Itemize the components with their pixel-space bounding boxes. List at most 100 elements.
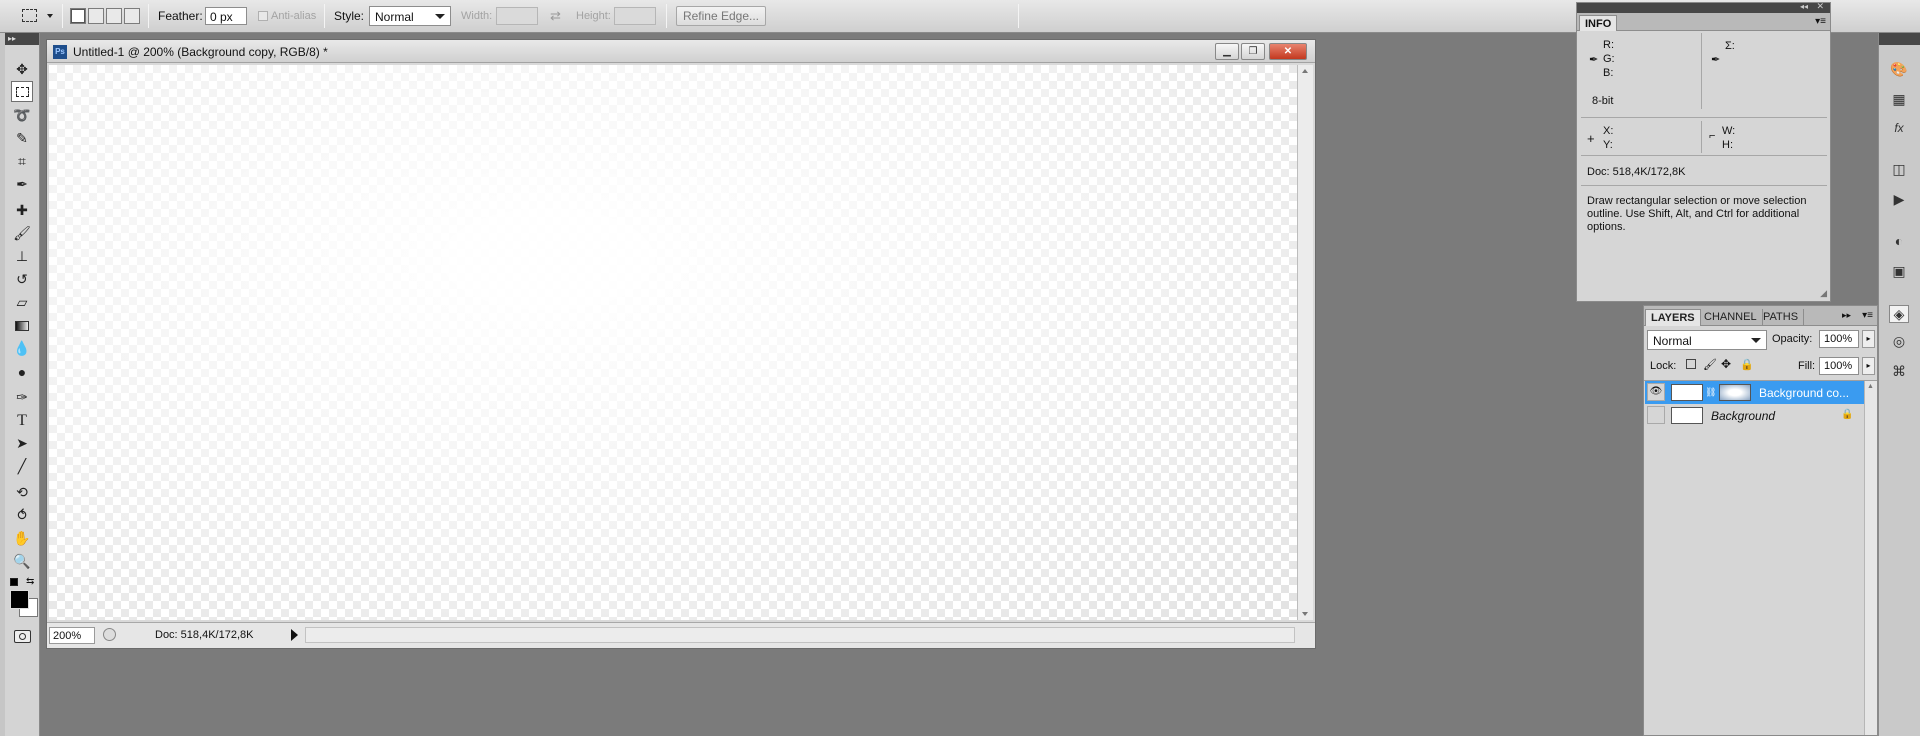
vertical-scrollbar[interactable] [1297, 65, 1313, 620]
width-input[interactable] [496, 7, 538, 25]
minimize-icon[interactable]: ▁ [1215, 43, 1239, 60]
3d-orbit-icon[interactable]: ⥀ [11, 505, 33, 526]
blend-mode-select[interactable]: Normal [1647, 330, 1767, 350]
fill-slider-arrow-icon[interactable]: ▸ [1862, 357, 1875, 375]
width-label: Width: [461, 10, 493, 22]
gradient-icon[interactable] [11, 315, 33, 336]
eraser-icon[interactable]: ▱ [11, 292, 33, 313]
layer-row-selected[interactable]: 👁 ⛓ Background co... [1645, 381, 1864, 404]
quick-mask-icon[interactable] [14, 630, 31, 643]
clone-source-icon[interactable]: ◐ [1889, 233, 1909, 251]
fill-input[interactable]: 100% [1819, 357, 1859, 375]
clone-stamp-icon[interactable]: ⊥ [11, 246, 33, 267]
opacity-slider-arrow-icon[interactable]: ▸ [1862, 330, 1875, 348]
expand-panel-icon[interactable]: ▸▸ [1842, 310, 1851, 321]
link-icon[interactable]: ⛓ [1705, 387, 1716, 398]
masks-icon[interactable]: ▣ [1889, 263, 1909, 281]
anti-alias-checkbox[interactable] [258, 11, 268, 21]
style-label: Style: [334, 9, 365, 23]
feather-input[interactable]: 0 px [205, 7, 247, 25]
add-to-selection-icon[interactable] [88, 8, 104, 24]
opacity-input[interactable]: 100% [1819, 330, 1859, 348]
height-input[interactable] [614, 7, 656, 25]
lock-transparent-icon[interactable] [1686, 359, 1696, 369]
paths-icon[interactable]: ⌘ [1889, 363, 1909, 381]
info-bit-depth: 8-bit [1592, 95, 1614, 107]
lasso-icon[interactable]: ➰ [11, 105, 33, 126]
actions-icon[interactable]: ▶ [1889, 191, 1909, 209]
pen-icon[interactable]: ✑ [11, 387, 33, 408]
status-menu-arrow-icon[interactable] [291, 629, 298, 641]
lock-pixels-icon[interactable]: 🖌 [1703, 358, 1717, 371]
healing-brush-icon[interactable]: ✚ [11, 200, 33, 221]
history-brush-icon[interactable]: ↺ [11, 269, 33, 290]
hand-icon[interactable]: ✋ [11, 528, 33, 549]
soft-proof-icon[interactable] [103, 628, 116, 641]
close-panel-icon[interactable]: ✕ [1816, 1, 1824, 12]
style-select[interactable]: Normal [369, 6, 451, 26]
layers-scrollbar[interactable]: ▲ [1864, 381, 1877, 735]
marquee-preset-icon[interactable] [22, 9, 37, 22]
scroll-up-icon[interactable]: ▲ [1867, 383, 1874, 390]
layers-icon[interactable]: ◈ [1889, 305, 1909, 323]
layer-mask-thumbnail[interactable] [1719, 384, 1751, 401]
panel-menu-icon[interactable]: ▾≡ [1815, 16, 1826, 27]
intersect-selection-icon[interactable] [124, 8, 140, 24]
resize-grip-icon[interactable]: ◢ [1820, 288, 1827, 299]
line-icon[interactable]: ╱ [11, 456, 33, 477]
color-icon[interactable]: 🎨 [1889, 61, 1909, 79]
info-panel-header[interactable]: ◂◂ ✕ [1577, 1, 1830, 13]
path-selection-icon[interactable]: ➤ [11, 433, 33, 454]
tab-layers[interactable]: LAYERS [1645, 309, 1701, 326]
zoom-icon[interactable]: 🔍 [11, 551, 33, 572]
scroll-up-icon[interactable] [1302, 69, 1308, 73]
blend-mode-value: Normal [1653, 334, 1692, 348]
panel-menu-icon[interactable]: ▾≡ [1862, 310, 1873, 321]
canvas-transparent-layer[interactable] [49, 65, 1297, 620]
collapse-icon[interactable]: ◂◂ [1800, 2, 1808, 11]
lock-position-icon[interactable]: ✥ [1721, 357, 1731, 371]
default-colors-icon[interactable] [10, 578, 18, 586]
lock-all-icon[interactable]: 🔒 [1740, 358, 1754, 371]
swap-icon[interactable]: ⇄ [550, 8, 561, 24]
horizontal-scrollbar[interactable] [305, 627, 1295, 643]
tab-channels[interactable]: CHANNEL [1699, 309, 1763, 326]
layer-thumbnail [1671, 384, 1703, 401]
eye-icon[interactable]: 👁 [1647, 383, 1665, 401]
move-tool-icon[interactable]: ✥ [11, 59, 33, 80]
new-selection-icon[interactable] [70, 8, 86, 24]
quick-selection-icon[interactable]: ✎ [11, 128, 33, 149]
brush-icon[interactable]: 🖌 [11, 223, 33, 244]
chevron-down-icon[interactable] [47, 14, 53, 18]
opacity-label: Opacity: [1772, 333, 1813, 345]
type-icon[interactable]: T [11, 410, 33, 431]
foreground-color-swatch[interactable] [10, 590, 29, 609]
tab-info[interactable]: INFO [1579, 15, 1618, 31]
maximize-icon[interactable]: ❐ [1241, 43, 1265, 60]
document-title-bar[interactable]: Ps Untitled-1 @ 200% (Background copy, R… [47, 40, 1315, 63]
scroll-down-icon[interactable] [1302, 612, 1308, 616]
swatches-icon[interactable]: ▦ [1889, 91, 1909, 109]
layer-row[interactable]: Background 🔒 [1645, 404, 1864, 427]
tools-panel-header[interactable]: ▸▸ [5, 33, 39, 45]
rectangular-marquee-icon[interactable] [11, 81, 33, 102]
zoom-level-field[interactable]: 200% [49, 627, 95, 644]
3d-rotate-icon[interactable]: ⟲ [11, 482, 33, 503]
dodge-icon[interactable]: ● [11, 361, 33, 382]
separator [666, 4, 667, 28]
tab-paths[interactable]: PATHS [1758, 309, 1805, 326]
channels-icon[interactable]: ◎ [1889, 333, 1909, 351]
adjustments-icon[interactable]: ◫ [1889, 161, 1909, 179]
swap-colors-icon[interactable]: ⇆ [26, 576, 34, 587]
info-panel-tabs: INFO ▾≡ [1577, 13, 1830, 31]
eyedropper-icon[interactable]: ✒ [11, 174, 33, 195]
info-panel: ◂◂ ✕ INFO ▾≡ R: ✒ G: B: 8-bit Σ: ✒ + X: … [1576, 1, 1831, 302]
crop-icon[interactable]: ⌗ [11, 151, 33, 172]
close-icon[interactable]: ✕ [1269, 43, 1307, 60]
blur-icon[interactable]: 💧 [11, 338, 33, 359]
visibility-toggle[interactable] [1647, 406, 1665, 424]
subtract-from-selection-icon[interactable] [106, 8, 122, 24]
refine-edge-button[interactable]: Refine Edge... [676, 6, 766, 26]
styles-icon[interactable]: fx [1889, 121, 1909, 139]
dock-header[interactable] [1879, 33, 1920, 45]
